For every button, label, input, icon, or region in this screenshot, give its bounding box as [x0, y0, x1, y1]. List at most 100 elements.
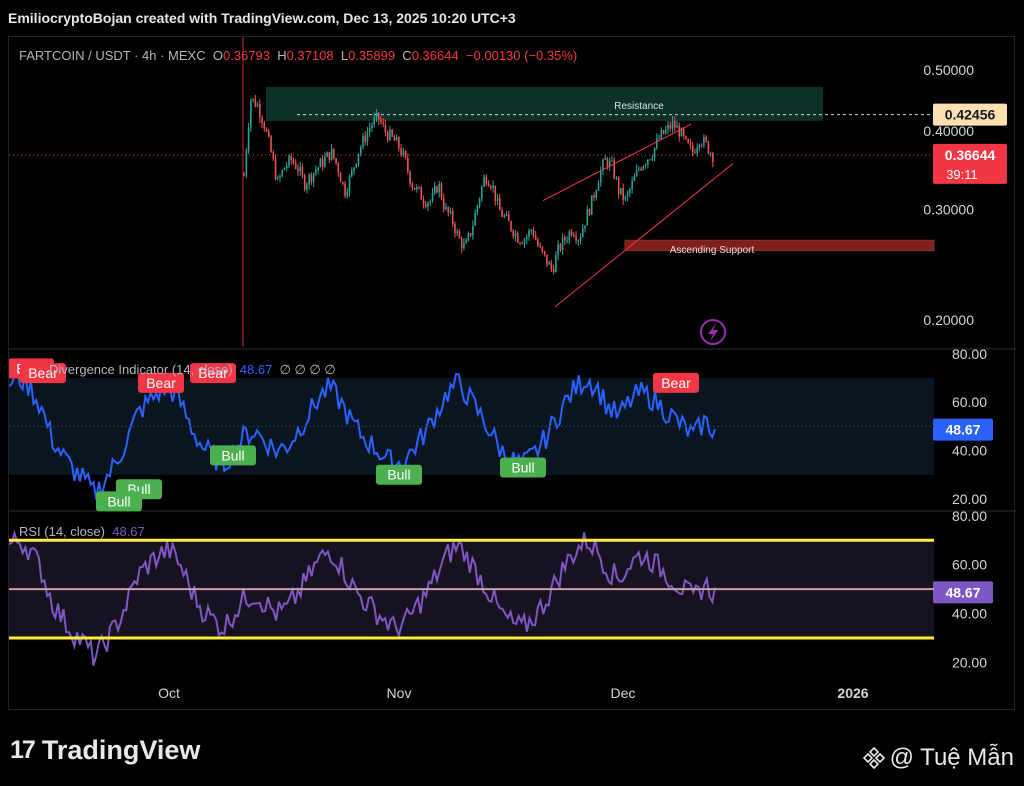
resistance-label: Resistance: [614, 101, 664, 112]
high-label: H: [277, 48, 287, 63]
candle-body: [324, 157, 326, 167]
rsi-tick-label: 40.00: [952, 606, 987, 622]
candle-body: [629, 189, 631, 193]
divergence-tick-label: 80.00: [952, 346, 987, 362]
candle-body: [469, 233, 472, 236]
candle-body: [512, 230, 515, 237]
candle-body: [398, 137, 400, 149]
target-price-text: 0.42456: [945, 107, 996, 123]
binance-diamond-icon: [862, 746, 885, 770]
candle-body: [584, 225, 586, 229]
tradingview-logo-icon: 17: [10, 736, 36, 764]
candle-body: [270, 136, 272, 153]
candle-body: [429, 200, 432, 203]
price-tick-label: 0.20000: [923, 312, 974, 328]
rsi-tick-label: 80.00: [952, 508, 987, 524]
candle-body: [463, 243, 465, 249]
candle-body: [638, 168, 640, 170]
high-value: 0.37108: [286, 48, 334, 63]
candle-body: [317, 167, 319, 171]
candle-body: [243, 175, 245, 177]
candle-body: [534, 235, 537, 240]
candle-body: [285, 165, 288, 168]
low-value: 0.35899: [348, 48, 396, 63]
candle-body: [420, 187, 423, 200]
candle-body: [364, 135, 367, 142]
price-tick-label: 0.30000: [923, 201, 974, 217]
lightning-bolt-icon: [708, 323, 718, 342]
candle-body: [703, 137, 705, 146]
candle-body: [492, 185, 494, 188]
candle-body: [321, 159, 324, 167]
candle-body: [543, 251, 546, 255]
candle-body: [330, 148, 333, 160]
candle-body: [481, 186, 483, 199]
candle-body: [595, 190, 598, 198]
candle-body: [474, 212, 476, 226]
symbol-label: FARTCOIN / USDT · 4h · MEXC: [19, 48, 206, 63]
candle-body: [519, 242, 521, 244]
candle-body: [333, 148, 335, 159]
candle-body: [259, 104, 261, 118]
candle-body: [700, 144, 703, 146]
candle-body: [712, 153, 714, 163]
candle-body: [557, 244, 559, 256]
candle-body: [653, 147, 656, 159]
candle-body: [561, 237, 564, 250]
candle-body: [496, 198, 499, 202]
candle-body: [575, 236, 577, 241]
candle-body: [377, 112, 380, 120]
candle-body: [442, 198, 445, 209]
candle-body: [507, 214, 510, 222]
candle-body: [604, 158, 607, 160]
price-tick-label: 0.50000: [923, 62, 974, 78]
candle-body: [671, 120, 674, 129]
candle-body: [371, 124, 373, 128]
candle-body: [413, 187, 416, 190]
channel-upper-line: [542, 123, 692, 201]
candle-body: [537, 239, 539, 247]
candle-body: [656, 138, 658, 148]
divergence-value: 48.67: [239, 362, 273, 377]
candle-body: [687, 138, 689, 144]
candle-body: [438, 183, 441, 193]
candle-body: [393, 136, 396, 141]
rsi-value: 48.67: [112, 524, 145, 539]
candle-body: [669, 124, 672, 129]
candle-body: [494, 185, 497, 202]
candle-body: [276, 177, 279, 180]
candle-body: [250, 99, 252, 128]
divergence-name: Divergence Indicator (14, close): [49, 362, 233, 377]
candle-body: [487, 183, 490, 187]
candle-body: [288, 155, 290, 166]
close-label: C: [402, 48, 412, 63]
divergence-tick-label: 20.00: [952, 491, 987, 507]
candle-body: [709, 153, 712, 155]
candle-body: [460, 238, 463, 249]
candle-body: [476, 205, 479, 213]
candle-body: [328, 152, 331, 160]
candle-body: [525, 236, 528, 240]
candle-body: [676, 125, 678, 128]
rsi-tick-label: 60.00: [952, 557, 987, 573]
divergence-value-text: 48.67: [945, 422, 980, 438]
candle-body: [705, 137, 707, 142]
change-value: −0.00130 (−0.35%): [465, 48, 578, 63]
candle-body: [447, 206, 450, 213]
candle-body: [620, 188, 622, 194]
rsi-value-text: 48.67: [945, 584, 980, 600]
candle-body: [445, 206, 447, 209]
candle-body: [389, 129, 391, 141]
candle-body: [261, 117, 263, 124]
candle-body: [552, 269, 555, 273]
tradingview-wordmark: TradingView: [41, 735, 201, 765]
candle-body: [407, 157, 409, 172]
candle-body: [503, 215, 506, 217]
candle-body: [573, 234, 575, 237]
bar-countdown-text: 39:11: [946, 167, 978, 182]
chart-area[interactable]: Resistance Ascending Support 0.50000 0.4000…: [8, 36, 1016, 710]
candle-body: [516, 233, 519, 243]
tradingview-logo[interactable]: 17 TradingView: [10, 735, 200, 766]
candle-body: [310, 174, 313, 182]
candle-body: [548, 262, 550, 265]
